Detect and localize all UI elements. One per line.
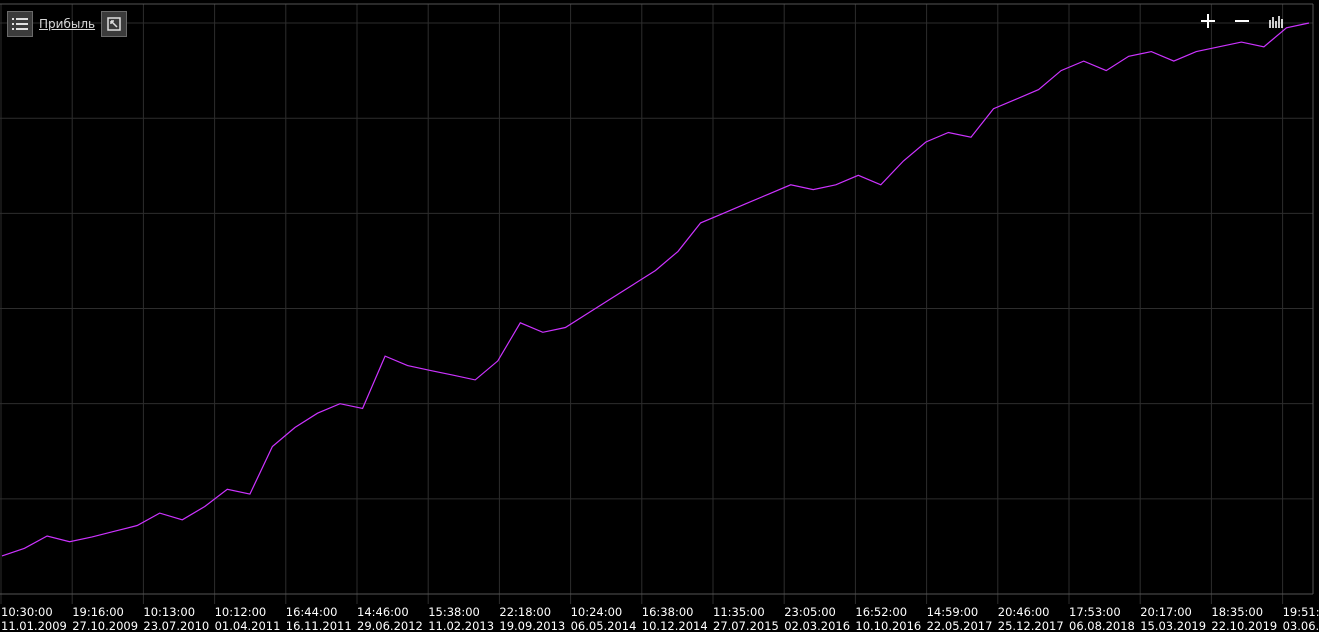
- x-tick-date: 15.03.2019: [1140, 619, 1206, 632]
- x-tick-time: 18:35:00: [1211, 605, 1263, 619]
- x-tick-date: 06.08.2018: [1069, 619, 1135, 632]
- x-tick-time: 19:51:: [1283, 605, 1319, 619]
- x-tick-label: 19:51:03.06.: [1283, 605, 1319, 632]
- x-tick-date: 22.10.2019: [1211, 619, 1277, 632]
- series-label[interactable]: Прибыль: [39, 17, 95, 31]
- x-tick-label: 11:35:0027.07.2015: [713, 605, 779, 632]
- x-tick-time: 15:38:00: [428, 605, 480, 619]
- x-tick-time: 19:16:00: [72, 605, 124, 619]
- plus-icon[interactable]: [1195, 8, 1221, 34]
- bar-fit-icon[interactable]: [1263, 8, 1289, 34]
- x-tick-date: 06.05.2014: [571, 619, 637, 632]
- x-tick-time: 16:52:00: [855, 605, 907, 619]
- x-tick-date: 02.03.2016: [784, 619, 850, 632]
- list-icon[interactable]: [7, 11, 33, 37]
- x-tick-label: 20:17:0015.03.2019: [1140, 605, 1206, 632]
- x-tick-time: 22:18:00: [499, 605, 551, 619]
- x-tick-time: 16:38:00: [642, 605, 694, 619]
- x-tick-date: 11.02.2013: [428, 619, 494, 632]
- x-tick-date: 27.07.2015: [713, 619, 779, 632]
- x-tick-label: 15:38:0011.02.2013: [428, 605, 494, 632]
- x-tick-time: 23:05:00: [784, 605, 836, 619]
- x-tick-time: 10:30:00: [1, 605, 53, 619]
- profit-chart: 10:30:0011.01.200919:16:0027.10.200910:1…: [0, 3, 1319, 632]
- expand-icon[interactable]: [101, 11, 128, 37]
- x-tick-time: 11:35:00: [713, 605, 765, 619]
- x-tick-date: 23.07.2010: [143, 619, 209, 632]
- x-axis: 10:30:0011.01.200919:16:0027.10.200910:1…: [1, 605, 1319, 632]
- x-tick-date: 01.04.2011: [215, 619, 281, 632]
- x-tick-time: 20:46:00: [998, 605, 1050, 619]
- x-tick-date: 11.01.2009: [1, 619, 67, 632]
- x-tick-label: 16:52:0010.10.2016: [855, 605, 921, 632]
- x-tick-label: 17:53:0006.08.2018: [1069, 605, 1135, 632]
- x-tick-label: 20:46:0025.12.2017: [998, 605, 1064, 632]
- x-tick-date: 03.06.: [1283, 619, 1319, 632]
- x-tick-label: 10:12:0001.04.2011: [215, 605, 281, 632]
- x-tick-time: 14:46:00: [357, 605, 409, 619]
- x-tick-label: 22:18:0019.09.2013: [499, 605, 565, 632]
- x-tick-time: 10:13:00: [143, 605, 195, 619]
- x-tick-date: 16.11.2011: [286, 619, 352, 632]
- x-tick-time: 10:24:00: [571, 605, 623, 619]
- x-tick-date: 25.12.2017: [998, 619, 1064, 632]
- x-tick-label: 16:44:0016.11.2011: [286, 605, 352, 632]
- x-tick-label: 14:46:0029.06.2012: [357, 605, 423, 632]
- x-tick-label: 10:13:0023.07.2010: [143, 605, 209, 632]
- chart-grid: [0, 3, 1314, 604]
- x-tick-label: 10:24:0006.05.2014: [571, 605, 637, 632]
- x-tick-date: 19.09.2013: [499, 619, 565, 632]
- x-tick-time: 10:12:00: [215, 605, 267, 619]
- x-tick-label: 19:16:0027.10.2009: [72, 605, 138, 632]
- x-tick-date: 10.10.2016: [855, 619, 921, 632]
- x-tick-time: 16:44:00: [286, 605, 338, 619]
- x-tick-label: 14:59:0022.05.2017: [927, 605, 993, 632]
- x-tick-date: 22.05.2017: [927, 619, 993, 632]
- chart-toolbar: Прибыль: [7, 10, 128, 38]
- x-tick-label: 23:05:0002.03.2016: [784, 605, 850, 632]
- x-tick-label: 16:38:0010.12.2014: [642, 605, 708, 632]
- x-tick-date: 27.10.2009: [72, 619, 138, 632]
- series-line-profit: [1, 22, 1310, 557]
- x-tick-date: 10.12.2014: [642, 619, 708, 632]
- x-tick-time: 14:59:00: [927, 605, 979, 619]
- zoom-controls: [1195, 8, 1289, 34]
- x-tick-date: 29.06.2012: [357, 619, 423, 632]
- chart-series: [1, 22, 1310, 557]
- x-tick-label: 18:35:0022.10.2019: [1211, 605, 1277, 632]
- x-tick-label: 10:30:0011.01.2009: [1, 605, 67, 632]
- minus-icon[interactable]: [1229, 8, 1255, 34]
- x-tick-time: 17:53:00: [1069, 605, 1121, 619]
- x-tick-time: 20:17:00: [1140, 605, 1192, 619]
